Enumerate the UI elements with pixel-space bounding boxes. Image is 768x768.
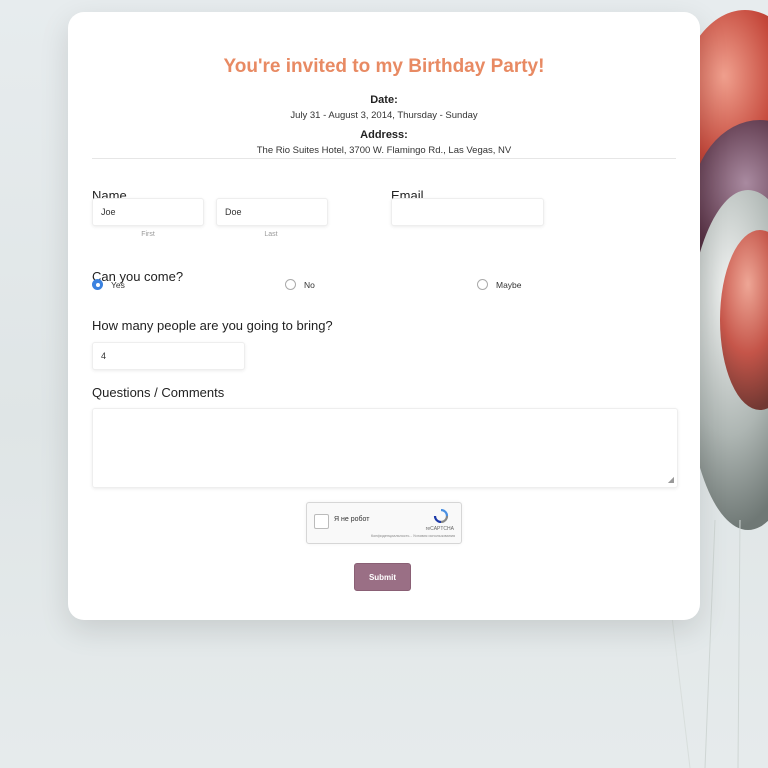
resize-handle-icon[interactable]: ◢ [668, 475, 674, 484]
radio-yes[interactable]: Yes [92, 279, 125, 290]
date-value: July 31 - August 3, 2014, Thursday - Sun… [290, 110, 478, 121]
page-title: You're invited to my Birthday Party! [223, 56, 545, 77]
first-name-input[interactable]: Joe [92, 198, 204, 226]
radio-no-label: No [304, 279, 315, 290]
radio-yes-label: Yes [111, 279, 125, 290]
comments-label: Questions / Comments [92, 385, 225, 400]
date-label: Date: [370, 94, 398, 106]
guests-input[interactable]: 4 [92, 342, 245, 370]
submit-button[interactable]: Submit [354, 563, 411, 591]
radio-no-button[interactable] [285, 279, 296, 290]
comments-textarea[interactable]: ◢ [92, 408, 678, 488]
recaptcha-icon [433, 509, 449, 523]
first-name-sublabel: First [141, 231, 155, 238]
recaptcha-checkbox[interactable] [314, 514, 329, 529]
recaptcha-widget: Я не робот reCAPTCHA Конфиденциальность … [306, 502, 462, 544]
radio-yes-button[interactable] [92, 279, 103, 290]
radio-maybe[interactable]: Maybe [477, 279, 522, 290]
invitation-card: You're invited to my Birthday Party! Dat… [68, 12, 700, 620]
recaptcha-links[interactable]: Конфиденциальность - Условия использован… [371, 534, 455, 538]
radio-no[interactable]: No [285, 279, 315, 290]
address-label: Address: [360, 129, 408, 141]
header-divider [92, 158, 676, 159]
last-name-input[interactable]: Doe [216, 198, 328, 226]
email-input[interactable] [391, 198, 544, 226]
address-value: The Rio Suites Hotel, 3700 W. Flamingo R… [256, 145, 512, 156]
guests-label: How many people are you going to bring? [92, 318, 333, 333]
last-name-sublabel: Last [264, 231, 278, 238]
radio-maybe-label: Maybe [496, 279, 522, 290]
recaptcha-checkbox-text: Я не робот [334, 516, 370, 523]
recaptcha-brand: reCAPTCHA [425, 526, 454, 532]
radio-maybe-button[interactable] [477, 279, 488, 290]
